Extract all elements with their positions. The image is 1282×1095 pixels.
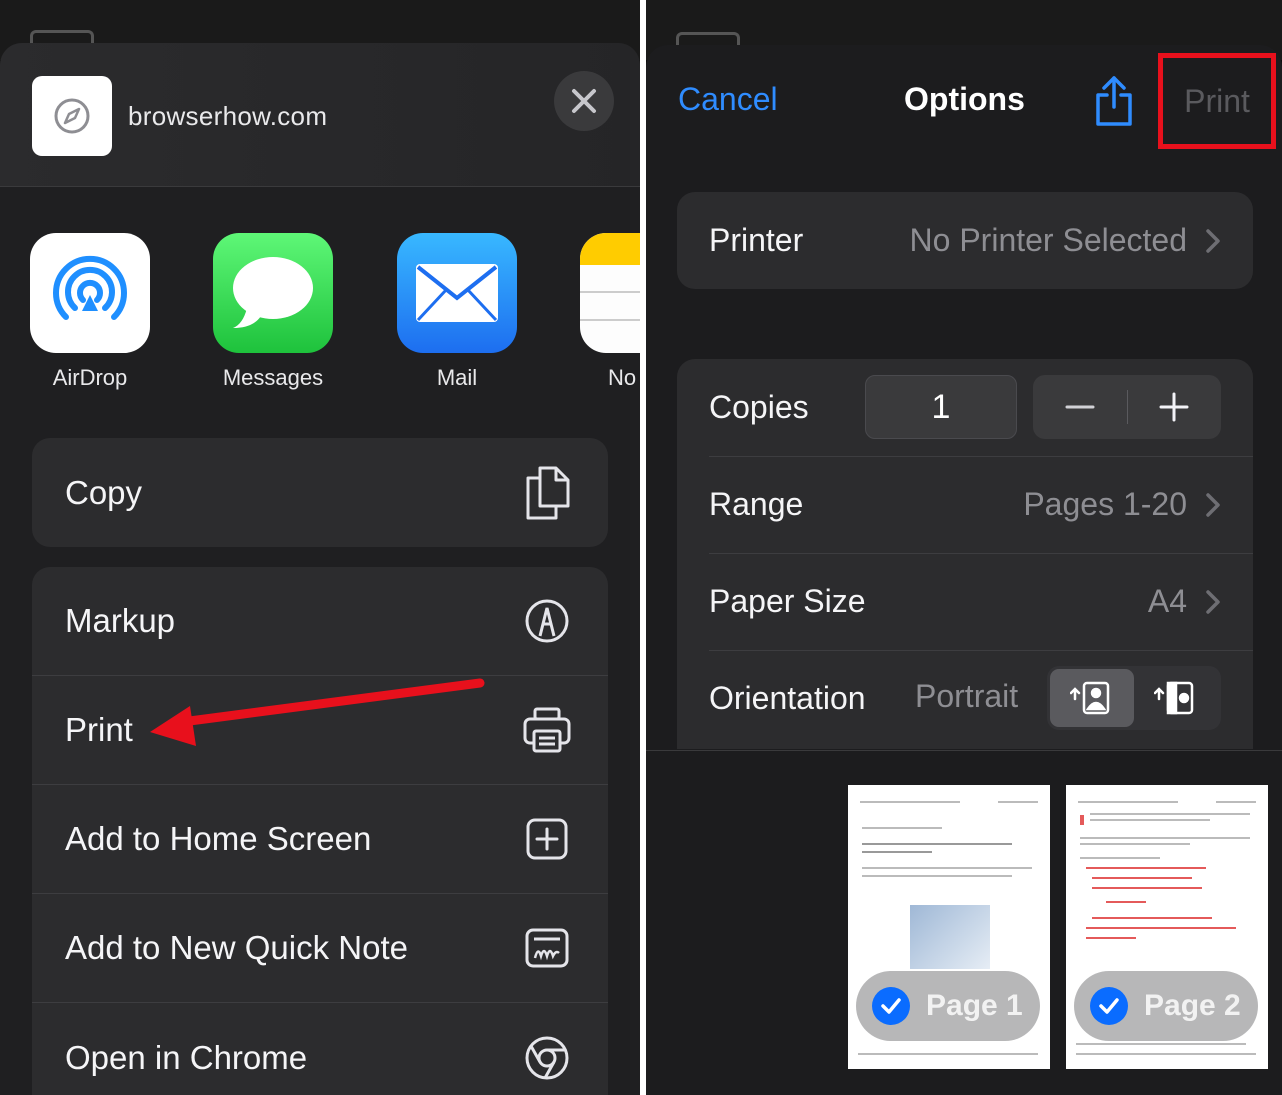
- action-label: Open in Chrome: [65, 1038, 308, 1076]
- page-label: Page 2: [1144, 989, 1241, 1022]
- copies-label: Copies: [709, 389, 809, 425]
- share-sheet-panel: browserhow.com AirDrop Messages Mail No …: [0, 0, 640, 1095]
- quick-note-icon: [522, 923, 572, 973]
- portrait-icon: [1070, 681, 1110, 715]
- app-label: No: [608, 365, 637, 390]
- options-group: Copies 1 Range Pages 1-20 Paper Size A4 …: [677, 359, 1253, 749]
- copies-row: Copies 1: [677, 359, 1253, 456]
- page-label: Page 1: [926, 989, 1023, 1022]
- minus-icon: [1065, 405, 1095, 409]
- share-apps-row: AirDrop Messages Mail No: [0, 233, 640, 403]
- print-options-panel: Cancel Options Print Printer No Printer …: [646, 0, 1282, 1095]
- page-selection-pill: Page 2: [1074, 971, 1258, 1041]
- page-selection-pill: Page 1: [856, 971, 1040, 1041]
- notes-icon: [580, 233, 640, 353]
- paper-size-value: A4: [1147, 583, 1187, 619]
- add-quick-note-button[interactable]: Add to New Quick Note: [32, 894, 608, 1003]
- checkmark-icon: [1090, 987, 1128, 1025]
- add-to-home-screen-button[interactable]: Add to Home Screen: [32, 785, 608, 894]
- nav-bar: Cancel Options Print: [646, 45, 1282, 157]
- print-options-sheet: Cancel Options Print Printer No Printer …: [646, 45, 1282, 750]
- plus-icon: [1159, 392, 1189, 422]
- copy-icon: [522, 466, 572, 519]
- copy-group: Copy: [32, 438, 608, 547]
- chevron-right-icon: [1206, 228, 1220, 253]
- share-sheet-header: browserhow.com: [0, 43, 640, 187]
- app-airdrop[interactable]: AirDrop: [30, 233, 150, 391]
- increment-button[interactable]: [1128, 375, 1222, 439]
- range-label: Range: [709, 486, 804, 522]
- landscape-icon: [1154, 681, 1194, 715]
- page-preview[interactable]: Page 1: [848, 785, 1050, 1069]
- decrement-button[interactable]: [1033, 375, 1127, 439]
- share-button[interactable]: [1094, 75, 1134, 127]
- copy-button[interactable]: Copy: [32, 438, 608, 547]
- action-label: Copy: [65, 473, 143, 511]
- close-button[interactable]: [554, 71, 614, 131]
- share-icon: [1096, 76, 1132, 126]
- orientation-segmented-control: [1047, 666, 1221, 730]
- print-preview-area: Page 1 Page 2: [646, 750, 1282, 1095]
- orientation-label: Orientation: [709, 680, 866, 716]
- mail-icon: [397, 233, 517, 353]
- compass-icon: [32, 76, 112, 156]
- landscape-option[interactable]: [1134, 669, 1218, 727]
- airdrop-icon: [30, 233, 150, 353]
- action-label: Add to New Quick Note: [65, 929, 408, 966]
- action-label: Print: [65, 711, 133, 748]
- app-label: Mail: [436, 365, 478, 390]
- site-name: browserhow.com: [128, 101, 328, 131]
- open-in-chrome-button[interactable]: Open in Chrome: [32, 1003, 608, 1095]
- app-messages[interactable]: Messages: [213, 233, 333, 391]
- chevron-right-icon: [1206, 589, 1220, 614]
- copies-stepper: [1033, 375, 1221, 439]
- printer-value: No Printer Selected: [909, 222, 1187, 258]
- paper-size-label: Paper Size: [709, 583, 866, 619]
- chrome-icon: [522, 1033, 572, 1083]
- action-label: Markup: [65, 602, 176, 639]
- printer-icon: [522, 705, 572, 755]
- app-label: AirDrop: [52, 365, 128, 390]
- orientation-row: Orientation Portrait: [677, 650, 1253, 747]
- print-button[interactable]: Print: [32, 676, 608, 785]
- cancel-button[interactable]: Cancel: [678, 81, 778, 118]
- checkmark-icon: [872, 987, 910, 1025]
- markup-icon: [522, 596, 572, 646]
- printer-row[interactable]: Printer No Printer Selected: [677, 192, 1253, 289]
- range-row[interactable]: Range Pages 1-20: [677, 456, 1253, 553]
- page-title: Options: [904, 81, 1025, 117]
- close-icon: [572, 89, 596, 113]
- printer-label: Printer: [709, 222, 804, 258]
- add-square-icon: [522, 814, 572, 864]
- printer-group: Printer No Printer Selected: [677, 192, 1253, 289]
- range-value: Pages 1-20: [1023, 486, 1187, 522]
- actions-group: Markup Print Add to Home Screen Add to N…: [32, 567, 608, 1095]
- action-label: Add to Home Screen: [65, 820, 372, 857]
- messages-icon: [213, 233, 333, 353]
- print-button[interactable]: Print: [1158, 53, 1276, 149]
- page-preview[interactable]: Page 2: [1066, 785, 1268, 1069]
- share-sheet: browserhow.com AirDrop Messages Mail No …: [0, 43, 640, 1095]
- app-mail[interactable]: Mail: [397, 233, 517, 391]
- paper-size-row[interactable]: Paper Size A4: [677, 553, 1253, 650]
- orientation-value: Portrait: [915, 678, 1019, 714]
- app-notes[interactable]: No: [580, 233, 640, 391]
- markup-button[interactable]: Markup: [32, 567, 608, 676]
- app-label: Messages: [222, 365, 324, 390]
- chevron-right-icon: [1206, 492, 1220, 517]
- portrait-option[interactable]: [1050, 669, 1134, 727]
- copies-field[interactable]: 1: [865, 375, 1017, 439]
